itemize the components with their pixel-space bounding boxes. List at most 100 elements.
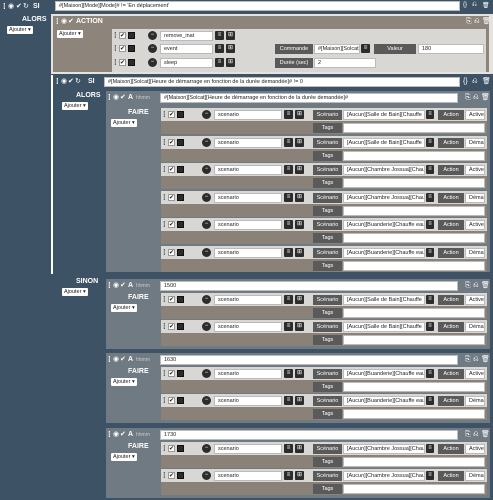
a-grip-icon[interactable]: ⁞: [108, 93, 111, 102]
remove-action-button[interactable]: −: [202, 369, 211, 378]
a-time-input[interactable]: #[Maison][Solcat][Heure de démarrage en …: [160, 93, 458, 103]
list-button[interactable]: ≡: [284, 444, 293, 453]
remove-action-button[interactable]: −: [202, 471, 211, 480]
list-button[interactable]: ≡: [284, 369, 293, 378]
enable-checkbox[interactable]: ✔: [168, 296, 175, 303]
a-copy-icon[interactable]: ⎘: [465, 282, 471, 290]
enable-checkbox[interactable]: ✔: [168, 323, 175, 330]
cmd-input[interactable]: event: [160, 44, 213, 54]
cmd-input[interactable]: scenario: [214, 192, 282, 203]
remove-action-button[interactable]: −: [202, 220, 211, 229]
faire-ajouter-button[interactable]: Ajouter ▾: [111, 453, 137, 461]
action-undo-icon[interactable]: ⎌: [474, 18, 480, 26]
list-button[interactable]: ≡: [284, 247, 293, 257]
action-select[interactable]: Activer: [465, 369, 485, 379]
background-checkbox[interactable]: [177, 296, 184, 303]
grip-icon[interactable]: ⁞: [163, 220, 166, 229]
scenario-list-button[interactable]: ≡: [426, 322, 434, 331]
scenario-input[interactable]: [Aucun][Buanderie][Chauffe eau: [343, 396, 425, 406]
commande-list-button[interactable]: ≡: [361, 44, 370, 53]
si2-eye-icon[interactable]: ◉: [61, 78, 67, 86]
faire-ajouter-button[interactable]: Ajouter ▾: [111, 119, 137, 127]
grip-icon[interactable]: ⁞: [163, 322, 166, 331]
enable-checkbox[interactable]: ✔: [119, 59, 126, 66]
enable-checkbox[interactable]: ✔: [119, 32, 126, 39]
undo-icon[interactable]: ⎌: [472, 2, 477, 9]
action-select[interactable]: Démarrer: [465, 247, 485, 258]
action-ajouter-button[interactable]: Ajouter ▾: [57, 30, 83, 38]
action-eye-icon[interactable]: ◉: [61, 18, 67, 26]
a-trash-icon[interactable]: 🗑: [481, 94, 490, 102]
enable-checkbox[interactable]: ✔: [168, 472, 175, 479]
grip-icon[interactable]: ⁞: [114, 44, 117, 53]
action-check-icon[interactable]: ✔: [68, 18, 74, 26]
scenario-list-button[interactable]: ≡: [426, 471, 434, 480]
grip-icon[interactable]: ⁞: [114, 31, 117, 40]
a-undo-icon[interactable]: ⎌: [473, 431, 479, 439]
list-button[interactable]: ≡: [215, 58, 224, 67]
options-button[interactable]: ⊞: [295, 165, 304, 174]
enable-checkbox[interactable]: ✔: [168, 111, 175, 118]
a-check-icon[interactable]: ✔: [120, 282, 126, 290]
background-checkbox[interactable]: [177, 370, 184, 377]
tags-input[interactable]: [343, 205, 485, 216]
a-eye-icon[interactable]: ◉: [113, 356, 119, 364]
action-select[interactable]: Activer: [465, 220, 485, 230]
a-time-input[interactable]: 1630: [160, 355, 458, 365]
remove-action-button[interactable]: −: [148, 31, 157, 40]
list-button[interactable]: ≡: [215, 31, 224, 40]
scenario-input[interactable]: [Aucun][Salle de Bain][Chauffe: [343, 295, 425, 305]
scenario-input[interactable]: [Aucun][Salle de Bain][Chauffe: [343, 322, 425, 332]
grip-icon[interactable]: ⁞: [163, 295, 166, 304]
cmd-input[interactable]: scenario: [214, 322, 282, 332]
action-select[interactable]: Démarrer: [465, 137, 485, 148]
background-checkbox[interactable]: [177, 397, 184, 404]
scenario-input[interactable]: [Aucun][Salle de Bain][Chauffe: [343, 110, 425, 120]
commande-input[interactable]: #[Maison][Solcat]#: [314, 44, 360, 54]
a-grip-icon[interactable]: ⁞: [108, 281, 111, 290]
si-condition-input[interactable]: #[Maison][Mode][Mode]# != 'En déplacemen…: [55, 1, 460, 11]
enable-checkbox[interactable]: ✔: [168, 221, 175, 228]
options-button[interactable]: ⊞: [295, 220, 304, 229]
valeur-input[interactable]: 180: [418, 44, 484, 54]
sinon-ajouter-button[interactable]: Ajouter ▾: [62, 288, 88, 296]
action-select[interactable]: Démarrer: [465, 322, 485, 332]
a-check-icon[interactable]: ✔: [120, 431, 126, 439]
background-checkbox[interactable]: [177, 138, 184, 146]
action-grip-icon[interactable]: ⁞: [56, 17, 59, 26]
grip-icon[interactable]: ⁞: [163, 471, 166, 480]
tags-input[interactable]: [343, 484, 485, 494]
background-checkbox[interactable]: [177, 445, 184, 452]
a-check-icon[interactable]: ✔: [120, 94, 126, 102]
a-grip-icon[interactable]: ⁞: [108, 430, 111, 439]
options-button[interactable]: ⊞: [295, 444, 304, 453]
action-select[interactable]: Démarrer: [465, 396, 485, 406]
grip-icon[interactable]: ⁞: [163, 248, 166, 257]
background-checkbox[interactable]: [128, 59, 135, 66]
grip-icon[interactable]: ⁞: [163, 396, 166, 405]
grip-icon[interactable]: ⁞: [163, 110, 166, 119]
enable-checkbox[interactable]: ✔: [168, 445, 175, 452]
remove-action-button[interactable]: −: [202, 396, 211, 405]
enable-checkbox[interactable]: ✔: [168, 397, 175, 404]
a-grip-icon[interactable]: ⁞: [108, 355, 111, 364]
action-select[interactable]: Activer: [465, 110, 485, 120]
si2-undo-icon[interactable]: ⎌: [472, 78, 478, 86]
cmd-input[interactable]: scenario: [214, 220, 282, 230]
check-icon[interactable]: ✔: [16, 3, 22, 11]
scenario-list-button[interactable]: ≡: [426, 369, 434, 378]
scenario-input[interactable]: [Aucun][Buanderie][Chauffe eau: [343, 369, 425, 379]
list-button[interactable]: ≡: [284, 322, 293, 331]
options-button[interactable]: ⊞: [226, 31, 235, 40]
list-button[interactable]: ≡: [284, 471, 293, 480]
tags-input[interactable]: [343, 457, 485, 467]
remove-action-button[interactable]: −: [202, 137, 211, 147]
remove-action-button[interactable]: −: [202, 110, 211, 119]
faire-ajouter-button[interactable]: Ajouter ▾: [111, 304, 137, 312]
options-button[interactable]: ⊞: [295, 192, 304, 202]
eye-icon[interactable]: ◉: [8, 3, 14, 11]
list-button[interactable]: ≡: [284, 295, 293, 304]
si2-condition-input[interactable]: #[Maison][Solcat][Heure de démarrage en …: [104, 77, 460, 87]
background-checkbox[interactable]: [128, 32, 135, 39]
cmd-input[interactable]: scenario: [214, 110, 282, 120]
